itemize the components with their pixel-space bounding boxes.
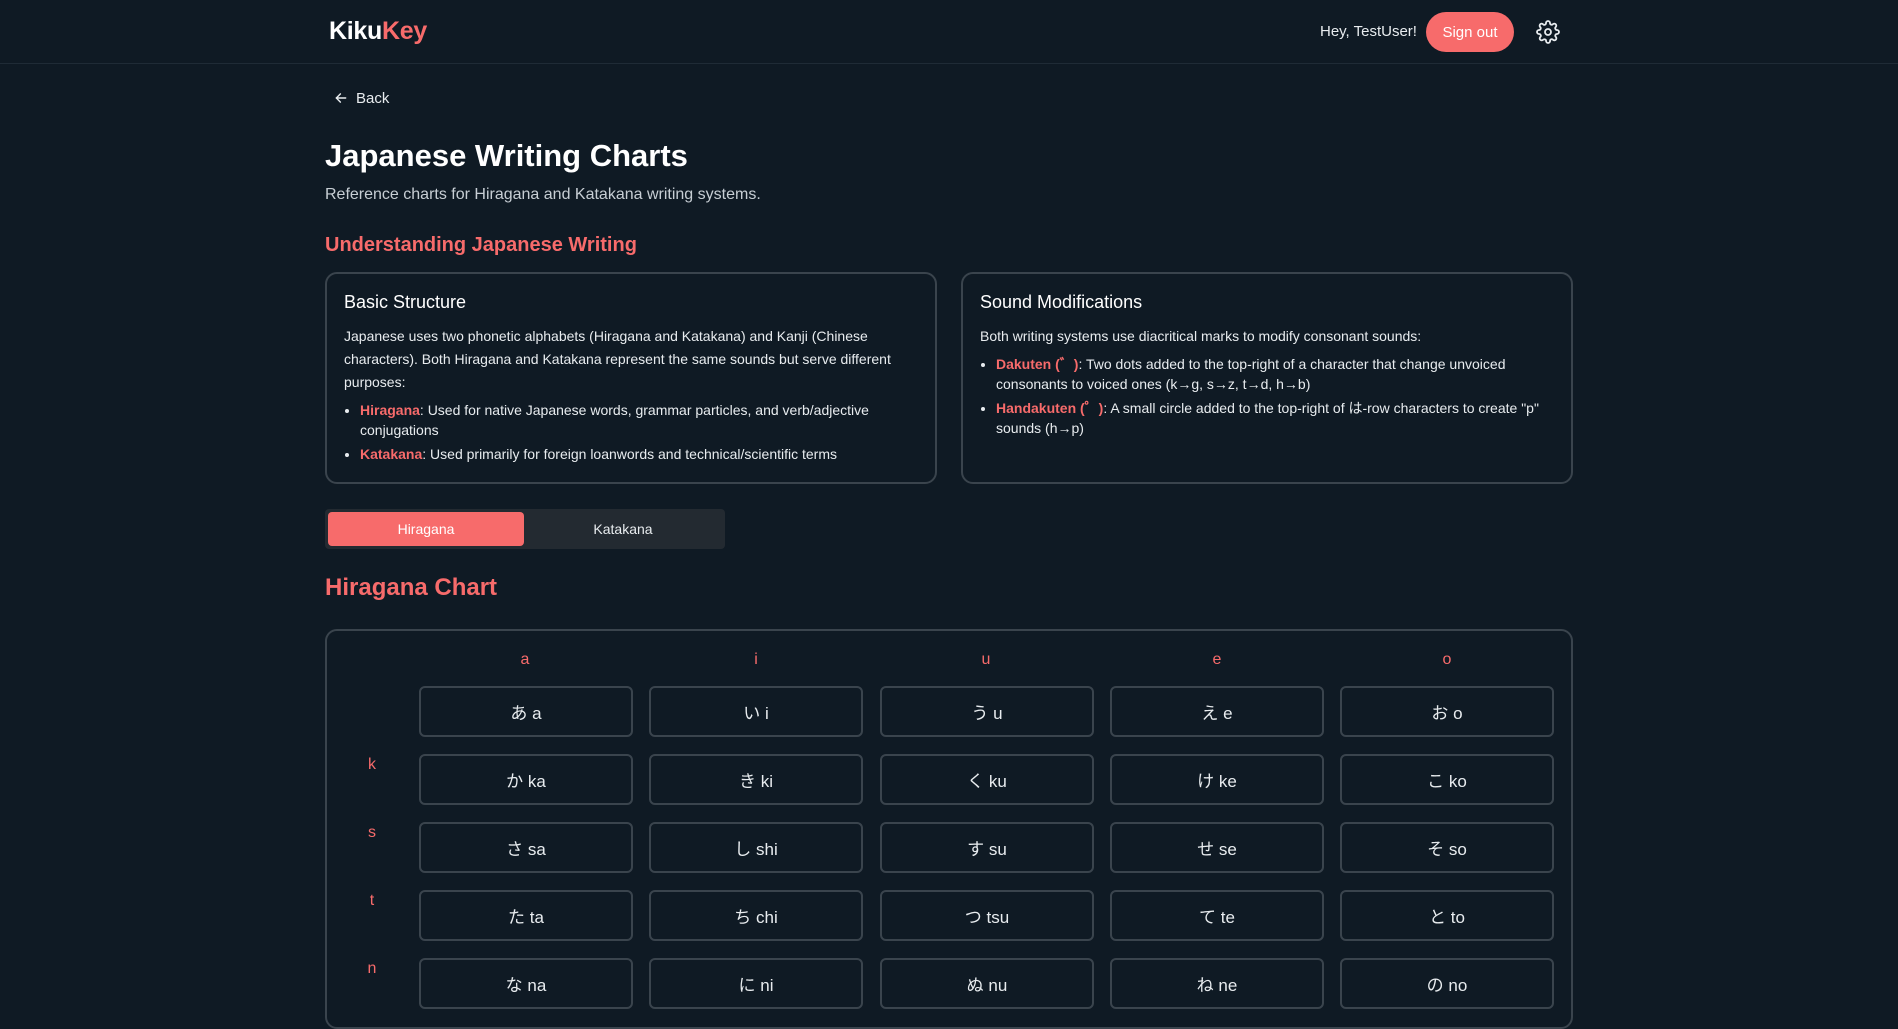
kana-cell[interactable]: に ni: [649, 958, 863, 1009]
page-title: Japanese Writing Charts: [325, 138, 688, 173]
kana-cell[interactable]: ね ne: [1110, 958, 1324, 1009]
card-list: Hiragana: Used for native Japanese words…: [344, 400, 918, 464]
term-katakana: Katakana: [360, 446, 423, 462]
row-header-t: t: [369, 892, 375, 909]
kana-cell[interactable]: あ a: [419, 686, 633, 737]
list-item: Dakuten (゛): Two dots added to the top-r…: [996, 354, 1554, 394]
kana-cell[interactable]: つ tsu: [880, 890, 1094, 941]
script-tabs: Hiragana Katakana: [325, 509, 725, 549]
logo-text-key: Key: [381, 17, 427, 45]
logo[interactable]: KikuKey: [329, 17, 427, 46]
kana-cell[interactable]: さ sa: [419, 822, 633, 873]
column-header-u: u: [981, 651, 991, 668]
kana-cell[interactable]: こ ko: [1340, 754, 1554, 805]
tab-katakana[interactable]: Katakana: [525, 512, 721, 546]
card-list: Dakuten (゛): Two dots added to the top-r…: [980, 354, 1554, 438]
section-title: Understanding Japanese Writing: [325, 234, 637, 256]
user-greeting: Hey, TestUser!: [1320, 23, 1417, 40]
term-dakuten: Dakuten (゛): [996, 356, 1079, 372]
card-title: Sound Modifications: [980, 292, 1143, 312]
list-item: Handakuten (゜): A small circle added to …: [996, 398, 1554, 438]
kana-cell[interactable]: う u: [880, 686, 1094, 737]
kana-cell[interactable]: す su: [880, 822, 1094, 873]
kana-cell[interactable]: い i: [649, 686, 863, 737]
kana-cell[interactable]: て te: [1110, 890, 1324, 941]
term-description: : Used primarily for foreign loanwords a…: [422, 446, 837, 462]
term-handakuten: Handakuten (゜): [996, 400, 1104, 416]
column-header-a: a: [520, 651, 530, 668]
kana-cell[interactable]: し shi: [649, 822, 863, 873]
kana-cell[interactable]: そ so: [1340, 822, 1554, 873]
kana-cell[interactable]: け ke: [1110, 754, 1324, 805]
kana-cell[interactable]: き ki: [649, 754, 863, 805]
kana-cell[interactable]: の no: [1340, 958, 1554, 1009]
kana-cell[interactable]: お o: [1340, 686, 1554, 737]
back-label: Back: [356, 89, 390, 107]
kana-cell[interactable]: ぬ nu: [880, 958, 1094, 1009]
kana-cell[interactable]: な na: [419, 958, 633, 1009]
kana-cell[interactable]: か ka: [419, 754, 633, 805]
term-hiragana: Hiragana: [360, 402, 420, 418]
back-link[interactable]: Back: [334, 86, 389, 110]
kana-cell[interactable]: ち chi: [649, 890, 863, 941]
term-description: : Used for native Japanese words, gramma…: [360, 402, 869, 438]
tab-hiragana[interactable]: Hiragana: [328, 512, 524, 546]
top-header: KikuKey Hey, TestUser! Sign out: [0, 0, 1898, 64]
gear-icon[interactable]: [1536, 20, 1560, 44]
kana-cell[interactable]: せ se: [1110, 822, 1324, 873]
kana-cell[interactable]: え e: [1110, 686, 1324, 737]
card-title: Basic Structure: [344, 292, 467, 312]
list-item: Hiragana: Used for native Japanese words…: [360, 400, 918, 440]
chart-title: Hiragana Chart: [325, 574, 498, 601]
kana-cell[interactable]: く ku: [880, 754, 1094, 805]
logo-text-kiku: Kiku: [329, 17, 382, 45]
kana-cell[interactable]: た ta: [419, 890, 633, 941]
row-header-n: n: [367, 960, 377, 977]
arrow-left-icon: [335, 93, 347, 103]
card-body: Japanese uses two phonetic alphabets (Hi…: [344, 328, 891, 390]
basic-structure-card: Basic Structure Japanese uses two phonet…: [325, 272, 937, 484]
sound-modifications-card: Sound Modifications Both writing systems…: [961, 272, 1573, 484]
column-header-o: o: [1442, 651, 1452, 668]
row-header-k: k: [368, 756, 376, 773]
card-body: Both writing systems use diacritical mar…: [980, 328, 1422, 344]
column-header-e: e: [1212, 651, 1222, 668]
page-subtitle: Reference charts for Hiragana and Kataka…: [325, 186, 761, 203]
kana-cell[interactable]: と to: [1340, 890, 1554, 941]
column-header-i: i: [754, 651, 758, 668]
list-item: Katakana: Used primarily for foreign loa…: [360, 444, 918, 464]
sign-out-button[interactable]: Sign out: [1426, 12, 1514, 52]
row-header-s: s: [368, 824, 376, 841]
